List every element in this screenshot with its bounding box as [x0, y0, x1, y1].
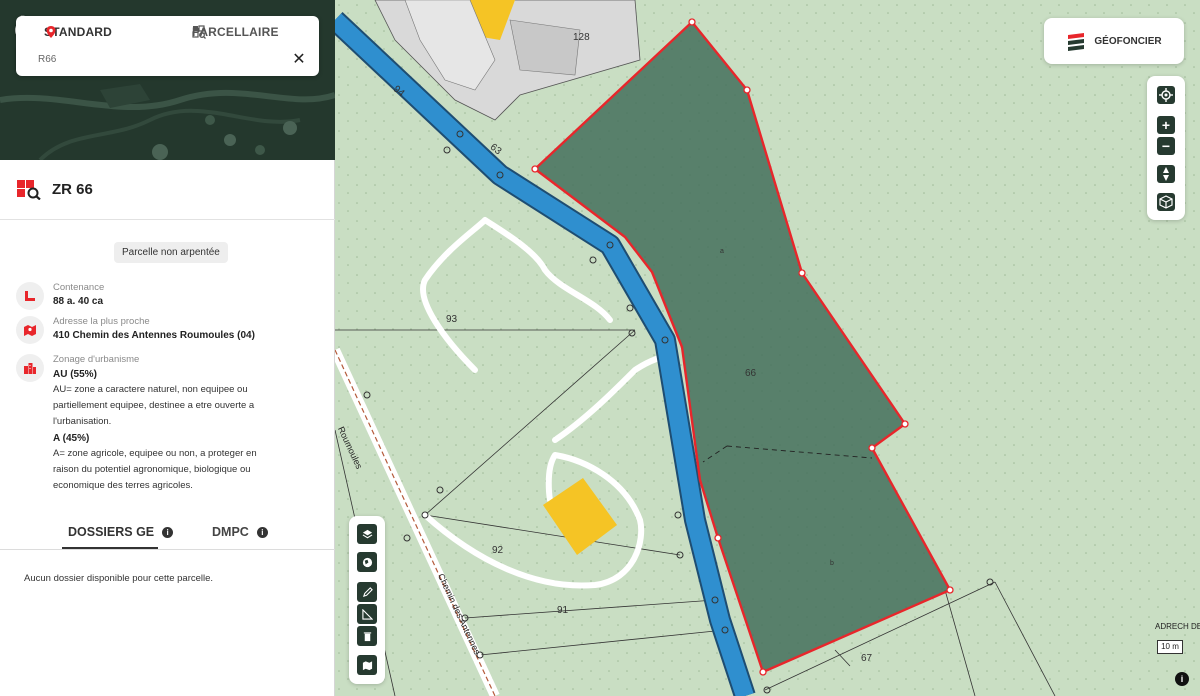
empty-dossier-message: Aucun dossier disponible pour cette parc…: [24, 573, 214, 584]
globe-button[interactable]: [357, 552, 377, 572]
zoom-in-icon: +: [1161, 117, 1171, 133]
measure-button[interactable]: [357, 604, 377, 624]
map-controls: + −: [1147, 76, 1185, 220]
zone-a-head: A (45%): [53, 433, 90, 444]
tab-standard[interactable]: STANDARD: [44, 25, 112, 39]
locate-button[interactable]: [1157, 86, 1175, 104]
zone-au-text: AU= zone a caractere naturel, non equipe…: [53, 384, 255, 427]
search-card: STANDARD PARCELLAIRE R66 ✕: [16, 16, 319, 76]
zoning-row: Zonage d'urbanisme AU (55%) AU= zone a c…: [16, 354, 316, 494]
area-icon: [25, 291, 35, 301]
subparcel-a: a: [720, 248, 724, 255]
layers-button[interactable]: [357, 524, 377, 544]
subparcel-b: b: [830, 560, 834, 567]
parcel-header: ZR 66: [0, 160, 335, 220]
search-input[interactable]: R66: [38, 54, 56, 65]
layers-icon: [362, 529, 372, 538]
3d-cube-icon: [1159, 195, 1173, 209]
address-label: Adresse la plus proche: [53, 316, 150, 327]
parcel-title: ZR 66: [52, 181, 93, 198]
parcel-icon: [17, 180, 41, 200]
address-icon-wrap: [16, 316, 44, 344]
map-view[interactable]: 128 94 63 93 66 92 91 67 a b Roumoules C…: [335, 0, 1200, 696]
zoom-out-button[interactable]: −: [1157, 137, 1175, 155]
parcel-number-92: 92: [492, 545, 504, 556]
geofoncier-label: GÉOFONCIER: [1094, 35, 1162, 47]
tab-dmpc[interactable]: DMPC i: [212, 525, 268, 539]
pencil-icon: [362, 586, 373, 597]
draw-button[interactable]: [357, 582, 377, 602]
dossier-tabs: DOSSIERS GE i DMPC i: [0, 516, 335, 550]
drawing-tools: [349, 516, 385, 684]
map-info-button[interactable]: i: [1175, 672, 1189, 686]
parcel-number-67: 67: [861, 653, 873, 664]
zoom-out-icon: −: [1161, 138, 1171, 154]
map-icon: [362, 660, 372, 670]
zone-au-head: AU (55%): [53, 369, 97, 380]
tab-dmpc-label: DMPC: [212, 525, 249, 539]
zone-a-text: A= zone agricole, equipee ou non, a prot…: [53, 448, 257, 491]
compass-icon: [1163, 167, 1169, 181]
tab-parcellaire[interactable]: PARCELLAIRE: [192, 25, 279, 39]
contenance-label: Contenance: [53, 282, 105, 293]
survey-status-badge: Parcelle non arpentée: [114, 242, 228, 263]
parcel-search-icon: [192, 25, 206, 39]
scale-bar: 10 m: [1157, 640, 1183, 654]
aerial-preview: être proprio STANDARD PARCELLAIRE: [0, 0, 335, 160]
active-tab-indicator: [62, 547, 158, 549]
tab-dossiers-ge-label: DOSSIERS GE: [68, 525, 155, 539]
info-icon: i: [1180, 674, 1184, 684]
3d-view-button[interactable]: [1157, 193, 1175, 211]
tab-dossiers-ge[interactable]: DOSSIERS GE i: [68, 525, 174, 539]
compass-button[interactable]: [1157, 165, 1175, 183]
left-panel: être proprio STANDARD PARCELLAIRE: [0, 0, 335, 696]
trash-icon: [363, 631, 371, 641]
basemap-button[interactable]: [357, 655, 377, 675]
parcel-number-128: 128: [573, 32, 590, 43]
address-row: Adresse la plus proche 410 Chemin des An…: [16, 316, 316, 346]
location-pin-icon: [46, 26, 56, 38]
zoom-in-button[interactable]: +: [1157, 116, 1175, 134]
contenance-value: 88 a. 40 ca: [53, 296, 104, 307]
globe-icon: [362, 557, 372, 567]
delete-button[interactable]: [357, 626, 377, 646]
parcel-number-93: 93: [446, 314, 458, 325]
close-button[interactable]: ✕: [291, 52, 307, 68]
address-value: 410 Chemin des Antennes Roumoules (04): [53, 330, 255, 341]
locate-icon: [1159, 88, 1173, 102]
parcel-number-91: 91: [557, 605, 569, 616]
zoning-label: Zonage d'urbanisme: [53, 354, 140, 365]
area-icon-wrap: [16, 282, 44, 310]
info-icon[interactable]: i: [256, 526, 268, 538]
close-icon: ✕: [292, 51, 306, 68]
cadastral-map[interactable]: [335, 0, 1200, 696]
zoning-icon-wrap: [16, 354, 44, 382]
parcel-number-66: 66: [745, 368, 757, 379]
address-map-icon: [24, 325, 36, 336]
contenance-row: Contenance 88 a. 40 ca: [16, 282, 316, 312]
place-name-label: ADRECH DE L: [1155, 622, 1200, 631]
info-icon[interactable]: i: [162, 526, 174, 538]
city-icon: [24, 363, 36, 374]
building: [509, 19, 581, 76]
ruler-icon: [361, 608, 373, 620]
geofoncier-icon: [1068, 33, 1085, 51]
geofoncier-logo[interactable]: GÉOFONCIER: [1044, 18, 1184, 64]
